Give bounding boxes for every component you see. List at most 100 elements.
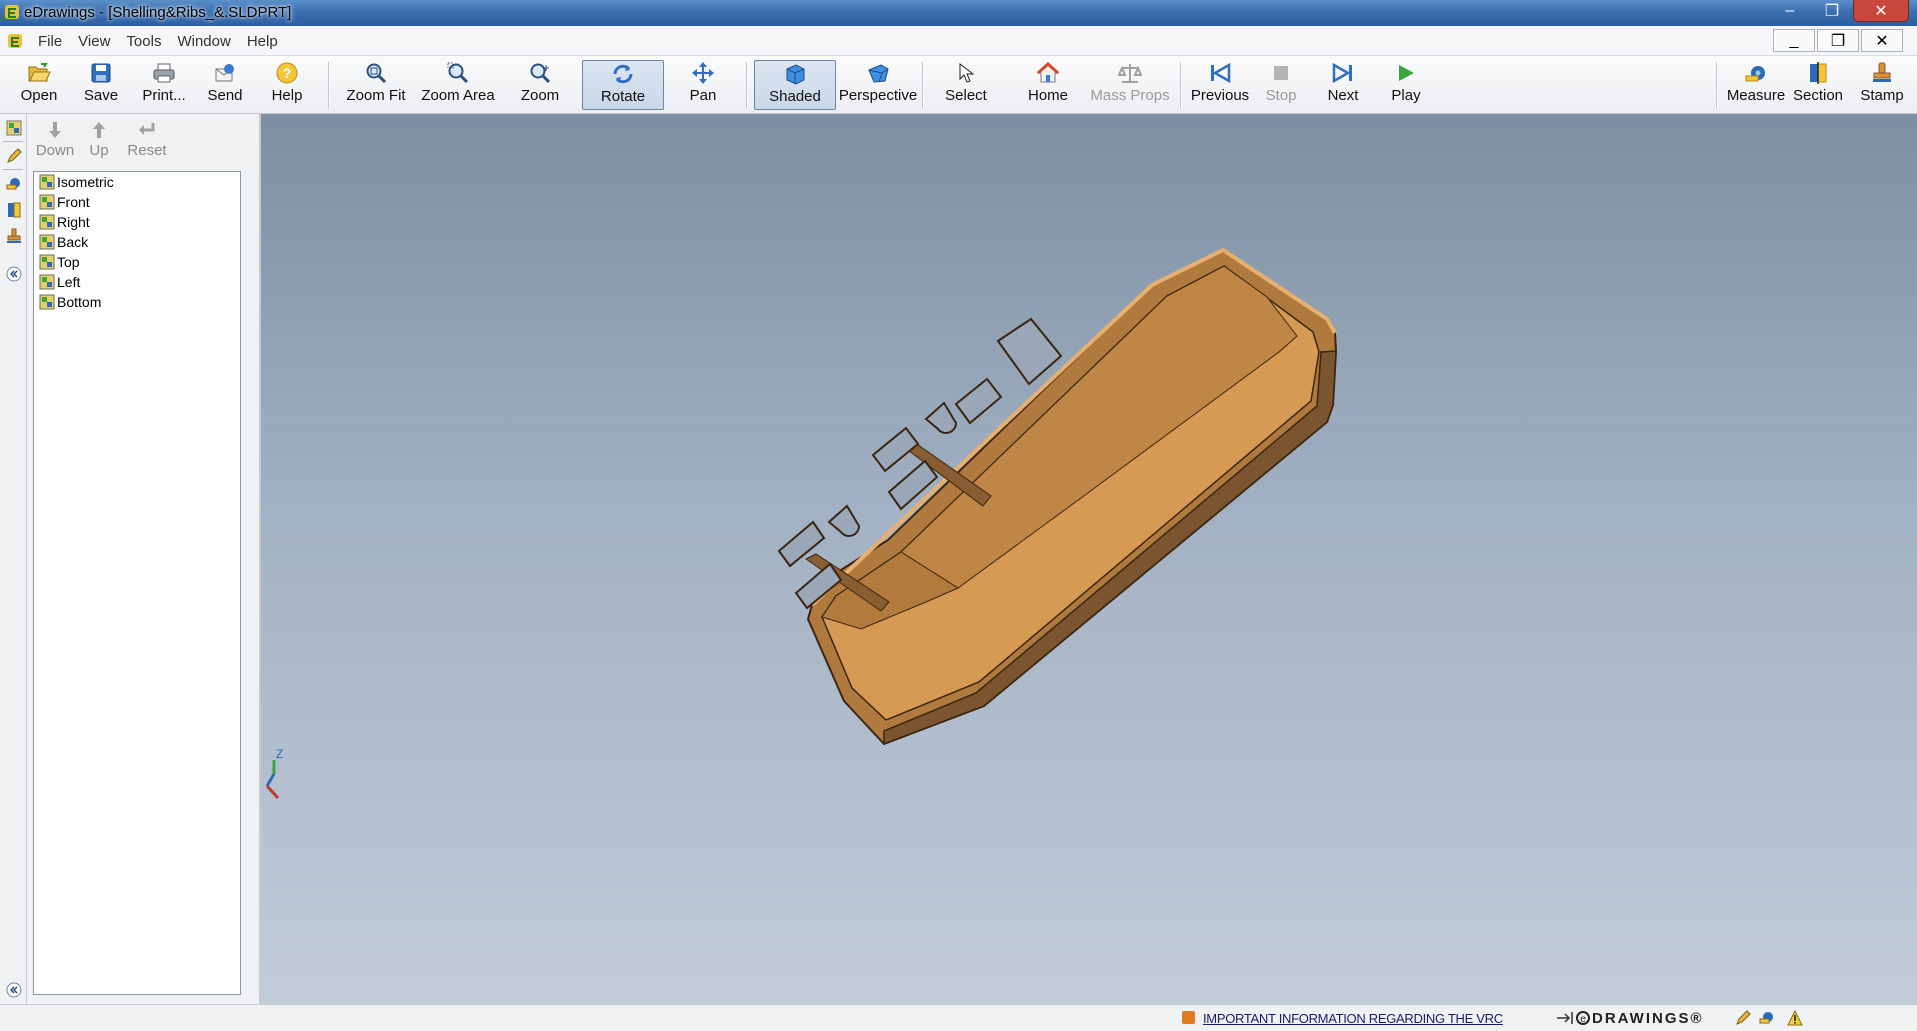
- stop-button[interactable]: Stop: [1258, 60, 1304, 110]
- view-icon: [39, 194, 55, 210]
- help-button[interactable]: ? Help: [262, 60, 312, 110]
- measure-tab[interactable]: [4, 174, 24, 194]
- shaded-button[interactable]: Shaded: [754, 60, 836, 110]
- play-icon: [1399, 65, 1414, 81]
- save-button[interactable]: Save: [76, 60, 126, 110]
- home-icon: [1036, 62, 1060, 83]
- vrc-info-link[interactable]: IMPORTANT INFORMATION REGARDING THE VRC: [1203, 1011, 1503, 1026]
- measure-tab-icon: [6, 178, 20, 190]
- zoom-area-icon: [447, 62, 469, 84]
- perspective-button[interactable]: Perspective: [838, 60, 918, 110]
- zoom-label: Zoom: [520, 87, 560, 104]
- send-label: Send: [207, 87, 243, 104]
- print-label: Print...: [142, 87, 186, 104]
- select-cursor-icon: [959, 62, 975, 83]
- view-item-back[interactable]: Back: [34, 232, 240, 252]
- part-model[interactable]: Z: [261, 114, 1917, 1004]
- svg-text:e: e: [1580, 1014, 1586, 1025]
- reset-arrow-icon: [139, 123, 155, 135]
- view-icon: [39, 294, 55, 310]
- reset-button[interactable]: Reset: [127, 118, 167, 159]
- doc-restore-button[interactable]: ❐: [1817, 29, 1859, 52]
- mass-props-button[interactable]: Mass Props: [1090, 60, 1170, 110]
- 3d-viewport[interactable]: Z: [261, 114, 1917, 1004]
- section-button[interactable]: Section: [1792, 60, 1844, 110]
- rotate-button[interactable]: Rotate: [582, 60, 664, 110]
- triad-z-label: Z: [276, 747, 283, 761]
- menu-help[interactable]: Help: [239, 33, 286, 50]
- zoom-fit-button[interactable]: Zoom Fit: [342, 60, 410, 110]
- collapse-bottom-button[interactable]: [4, 980, 24, 1000]
- measure-status-icon[interactable]: [1759, 1010, 1775, 1026]
- rotate-icon: [613, 64, 633, 84]
- view-icon: [39, 274, 55, 290]
- view-item-top[interactable]: Top: [34, 252, 240, 272]
- view-item-front[interactable]: Front: [34, 192, 240, 212]
- pan-arrows-icon: [692, 62, 714, 84]
- toolbar-separator: [328, 62, 329, 108]
- stamp-tab-icon: [7, 228, 21, 243]
- menu-view[interactable]: View: [70, 33, 118, 50]
- select-button[interactable]: Select: [940, 60, 992, 110]
- view-item-bottom[interactable]: Bottom: [34, 292, 240, 312]
- pan-label: Pan: [689, 87, 717, 104]
- window-close-button[interactable]: ✕: [1853, 0, 1909, 22]
- previous-button[interactable]: Previous: [1190, 60, 1250, 110]
- view-label: Right: [57, 214, 90, 230]
- section-tab[interactable]: [4, 200, 24, 220]
- left-tab-strip: [0, 114, 27, 1004]
- down-button[interactable]: Down: [35, 118, 75, 159]
- menu-window[interactable]: Window: [169, 33, 238, 50]
- perspective-label: Perspective: [838, 87, 918, 104]
- doc-close-button[interactable]: ✕: [1861, 29, 1903, 52]
- view-item-left[interactable]: Left: [34, 272, 240, 292]
- chevron-double-left-icon: [6, 982, 22, 998]
- send-button[interactable]: Send: [200, 60, 250, 110]
- export-arrow-icon[interactable]: [1556, 1010, 1576, 1026]
- shaded-label: Shaded: [769, 88, 821, 105]
- document-icon[interactable]: [7, 33, 23, 49]
- mass-props-label: Mass Props: [1090, 87, 1170, 104]
- collapse-panel-button[interactable]: [4, 264, 24, 284]
- window-minimize-button[interactable]: –: [1769, 0, 1811, 22]
- menu-file[interactable]: File: [30, 33, 70, 50]
- view-label: Front: [57, 194, 90, 210]
- zoom-fit-label: Zoom Fit: [346, 87, 406, 104]
- view-label: Top: [57, 254, 80, 270]
- rotate-label: Rotate: [600, 88, 646, 105]
- stamp-tab[interactable]: [4, 226, 24, 246]
- help-label: Help: [271, 87, 303, 104]
- up-button[interactable]: Up: [85, 118, 113, 159]
- perspective-cube-icon: [868, 64, 889, 83]
- window-restore-button[interactable]: ❐: [1811, 0, 1853, 22]
- zoom-area-button[interactable]: Zoom Area: [418, 60, 498, 110]
- warning-icon[interactable]: [1787, 1010, 1803, 1026]
- edrawings-app-icon[interactable]: [4, 4, 20, 20]
- measure-button[interactable]: Measure: [1724, 60, 1788, 110]
- markup-tab[interactable]: [4, 146, 24, 166]
- doc-minimize-button[interactable]: _: [1773, 29, 1815, 52]
- play-button[interactable]: Play: [1384, 60, 1428, 110]
- print-button[interactable]: Print...: [136, 60, 192, 110]
- home-button[interactable]: Home: [1022, 60, 1074, 110]
- menu-tools[interactable]: Tools: [118, 33, 169, 50]
- down-label: Down: [35, 142, 75, 159]
- open-folder-icon: [28, 63, 51, 82]
- zoom-button[interactable]: Zoom: [512, 60, 568, 110]
- pan-button[interactable]: Pan: [678, 60, 728, 110]
- play-label: Play: [1391, 87, 1421, 104]
- view-item-right[interactable]: Right: [34, 212, 240, 232]
- view-item-isometric[interactable]: Isometric: [34, 172, 240, 192]
- stamp-button[interactable]: Stamp: [1856, 60, 1908, 110]
- rss-icon: [1182, 1011, 1195, 1024]
- open-button[interactable]: Open: [14, 60, 64, 110]
- pencil-status-icon[interactable]: [1735, 1010, 1751, 1026]
- section-icon: [1810, 62, 1827, 84]
- window-title: eDrawings - [Shelling&Ribs_&.SLDPRT]: [24, 4, 292, 21]
- stamp-label: Stamp: [1860, 87, 1904, 104]
- next-button[interactable]: Next: [1320, 60, 1366, 110]
- next-label: Next: [1327, 87, 1359, 104]
- views-tab[interactable]: [4, 118, 24, 138]
- send-mail-icon: [215, 64, 234, 82]
- status-bar: IMPORTANT INFORMATION REGARDING THE VRC …: [0, 1004, 1917, 1031]
